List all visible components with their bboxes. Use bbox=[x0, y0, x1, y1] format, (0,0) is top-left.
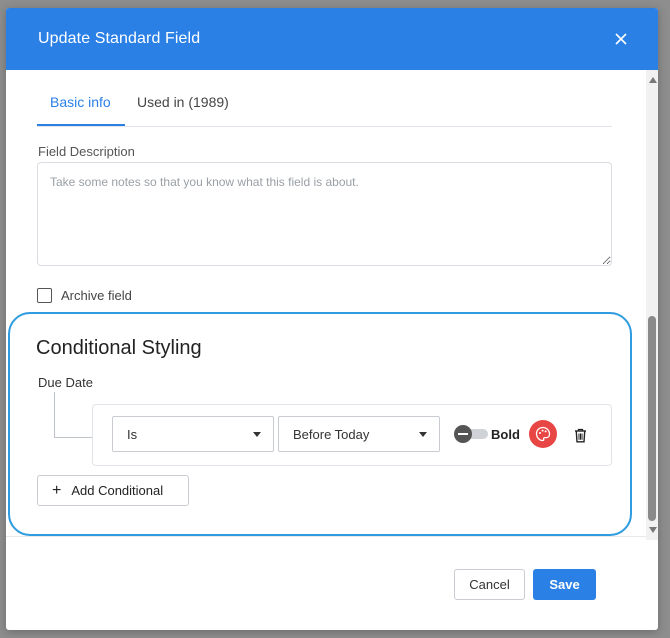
value-select[interactable]: Before Today bbox=[278, 416, 440, 452]
chevron-down-icon bbox=[419, 432, 427, 437]
footer-divider bbox=[6, 536, 646, 537]
add-conditional-button[interactable]: + Add Conditional bbox=[37, 475, 189, 506]
conditional-styling-title: Conditional Styling bbox=[36, 337, 202, 359]
archive-field-checkbox[interactable] bbox=[37, 287, 52, 303]
add-conditional-label: Add Conditional bbox=[71, 483, 164, 498]
operator-select[interactable]: Is bbox=[112, 416, 274, 452]
chevron-down-icon bbox=[253, 432, 261, 437]
tab-bar: Basic info Used in (1989) bbox=[37, 86, 612, 127]
trash-icon bbox=[574, 428, 586, 442]
tab-used-in[interactable]: Used in (1989) bbox=[137, 94, 229, 110]
scrollbar-thumb[interactable] bbox=[648, 316, 656, 521]
scroll-up-arrow-icon[interactable] bbox=[649, 77, 657, 83]
cancel-button[interactable]: Cancel bbox=[454, 569, 525, 600]
dialog-title: Update Standard Field bbox=[38, 30, 201, 47]
save-button[interactable]: Save bbox=[533, 569, 596, 600]
field-description-input[interactable] bbox=[37, 162, 612, 266]
condition-field-label: Due Date bbox=[38, 375, 93, 390]
archive-field-row: Archive field bbox=[37, 286, 132, 304]
value-select-value: Before Today bbox=[293, 427, 370, 442]
close-icon bbox=[615, 33, 627, 45]
tab-basic-info[interactable]: Basic info bbox=[50, 94, 111, 110]
color-picker-button[interactable] bbox=[529, 420, 557, 448]
archive-field-label: Archive field bbox=[61, 287, 132, 303]
vertical-scrollbar[interactable] bbox=[646, 70, 658, 540]
scroll-down-arrow-icon[interactable] bbox=[649, 527, 657, 533]
delete-rule-button[interactable] bbox=[572, 426, 588, 444]
active-tab-indicator bbox=[37, 124, 125, 126]
bold-toggle[interactable] bbox=[454, 425, 488, 443]
update-field-dialog: Update Standard Field Basic info Used in… bbox=[6, 8, 658, 630]
plus-icon: + bbox=[52, 481, 62, 499]
bold-toggle-knob bbox=[454, 425, 472, 443]
rule-connector-line bbox=[54, 392, 92, 438]
close-button[interactable] bbox=[606, 26, 636, 52]
dialog-header: Update Standard Field bbox=[6, 8, 658, 70]
palette-icon bbox=[535, 426, 551, 442]
field-description-label: Field Description bbox=[38, 144, 135, 159]
operator-select-value: Is bbox=[127, 427, 138, 442]
bold-toggle-label: Bold bbox=[491, 427, 520, 442]
